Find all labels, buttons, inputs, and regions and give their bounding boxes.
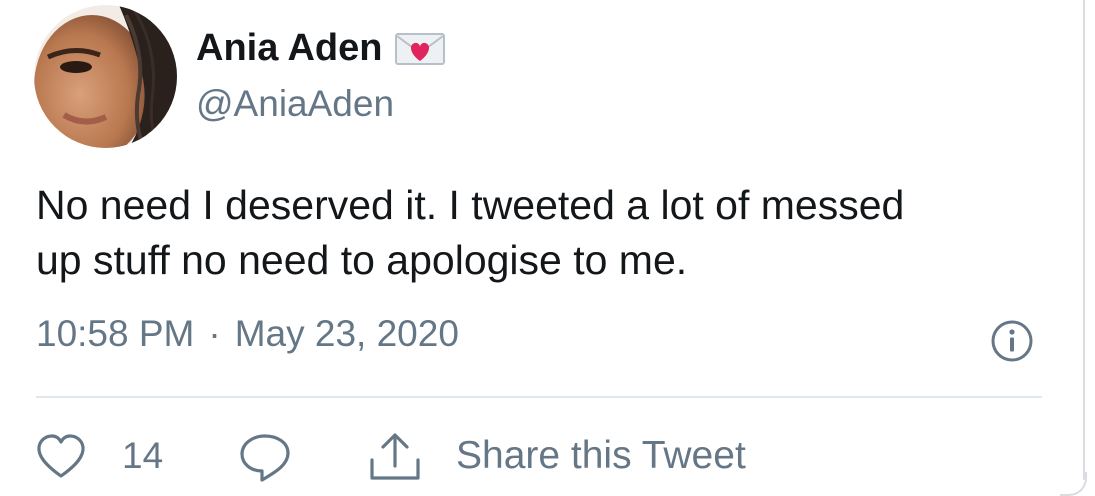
author-row: Ania Aden: [196, 26, 445, 70]
heart-icon[interactable]: [36, 434, 86, 480]
tweet-date: May 23, 2020: [234, 313, 459, 354]
tweet-card: Ania Aden @AniaAden No need I deserved i…: [0, 0, 1083, 494]
avatar[interactable]: [34, 5, 177, 148]
like-count: 14: [122, 435, 164, 476]
tweet-text-line: No need I deserved it. I tweeted a lot o…: [36, 182, 905, 228]
timestamp-separator: ·: [208, 313, 221, 354]
love-letter-icon: [394, 31, 445, 65]
share-tweet-button[interactable]: Share this Tweet: [456, 434, 746, 478]
divider: [36, 396, 1042, 398]
tweet-time: 10:58 PM: [36, 313, 195, 354]
display-name[interactable]: Ania Aden: [196, 26, 383, 70]
timestamp[interactable]: 10:58 PM · May 23, 2020: [36, 312, 459, 356]
avatar-photo: [34, 5, 177, 148]
tweet-text-line: up stuff no need to apologise to me.: [36, 237, 688, 283]
tweet-text: No need I deserved it. I tweeted a lot o…: [36, 178, 1046, 288]
handle[interactable]: @AniaAden: [196, 82, 394, 126]
card-border: [1083, 0, 1085, 480]
share-icon[interactable]: [366, 430, 424, 484]
reply-icon[interactable]: [238, 432, 292, 484]
info-icon[interactable]: [990, 319, 1034, 363]
